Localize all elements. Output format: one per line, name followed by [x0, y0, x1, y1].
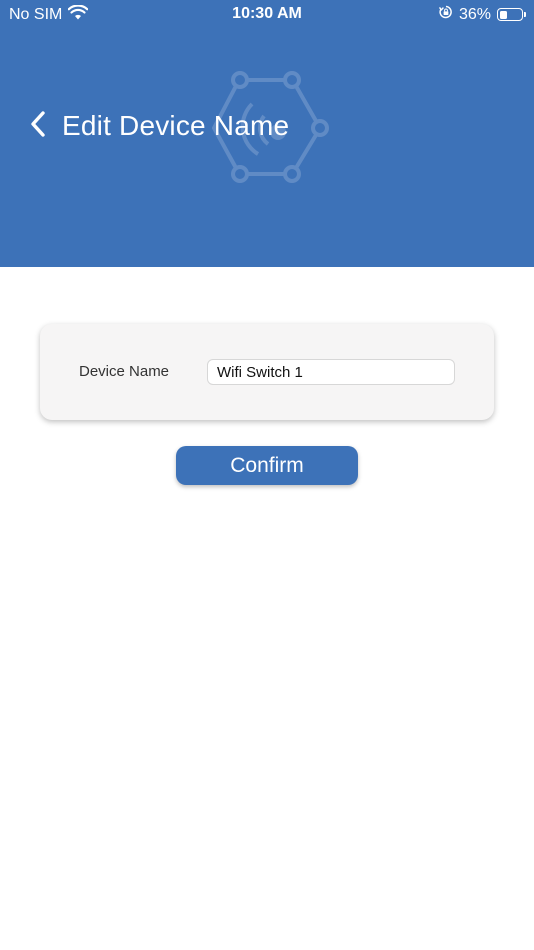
- device-name-card: Device Name: [40, 324, 494, 420]
- battery-percent: 36%: [458, 5, 491, 23]
- device-name-label: Device Name: [79, 363, 170, 380]
- page-title: Edit Device Name: [62, 110, 290, 141]
- battery-icon: [497, 8, 523, 21]
- confirm-button[interactable]: Confirm: [176, 446, 358, 485]
- back-button[interactable]: [26, 108, 50, 144]
- header: No SIM 10:30 AM 36% Edit Device Name: [0, 0, 534, 267]
- chevron-left-icon: [29, 110, 47, 143]
- status-right: 36%: [438, 5, 526, 24]
- nav-bar: Edit Device Name: [26, 108, 289, 144]
- battery-fill: [499, 10, 507, 19]
- battery-tip: [524, 12, 526, 17]
- device-name-input[interactable]: [207, 359, 455, 385]
- status-bar: No SIM 10:30 AM 36%: [0, 0, 534, 28]
- rotation-lock-icon: [438, 5, 453, 24]
